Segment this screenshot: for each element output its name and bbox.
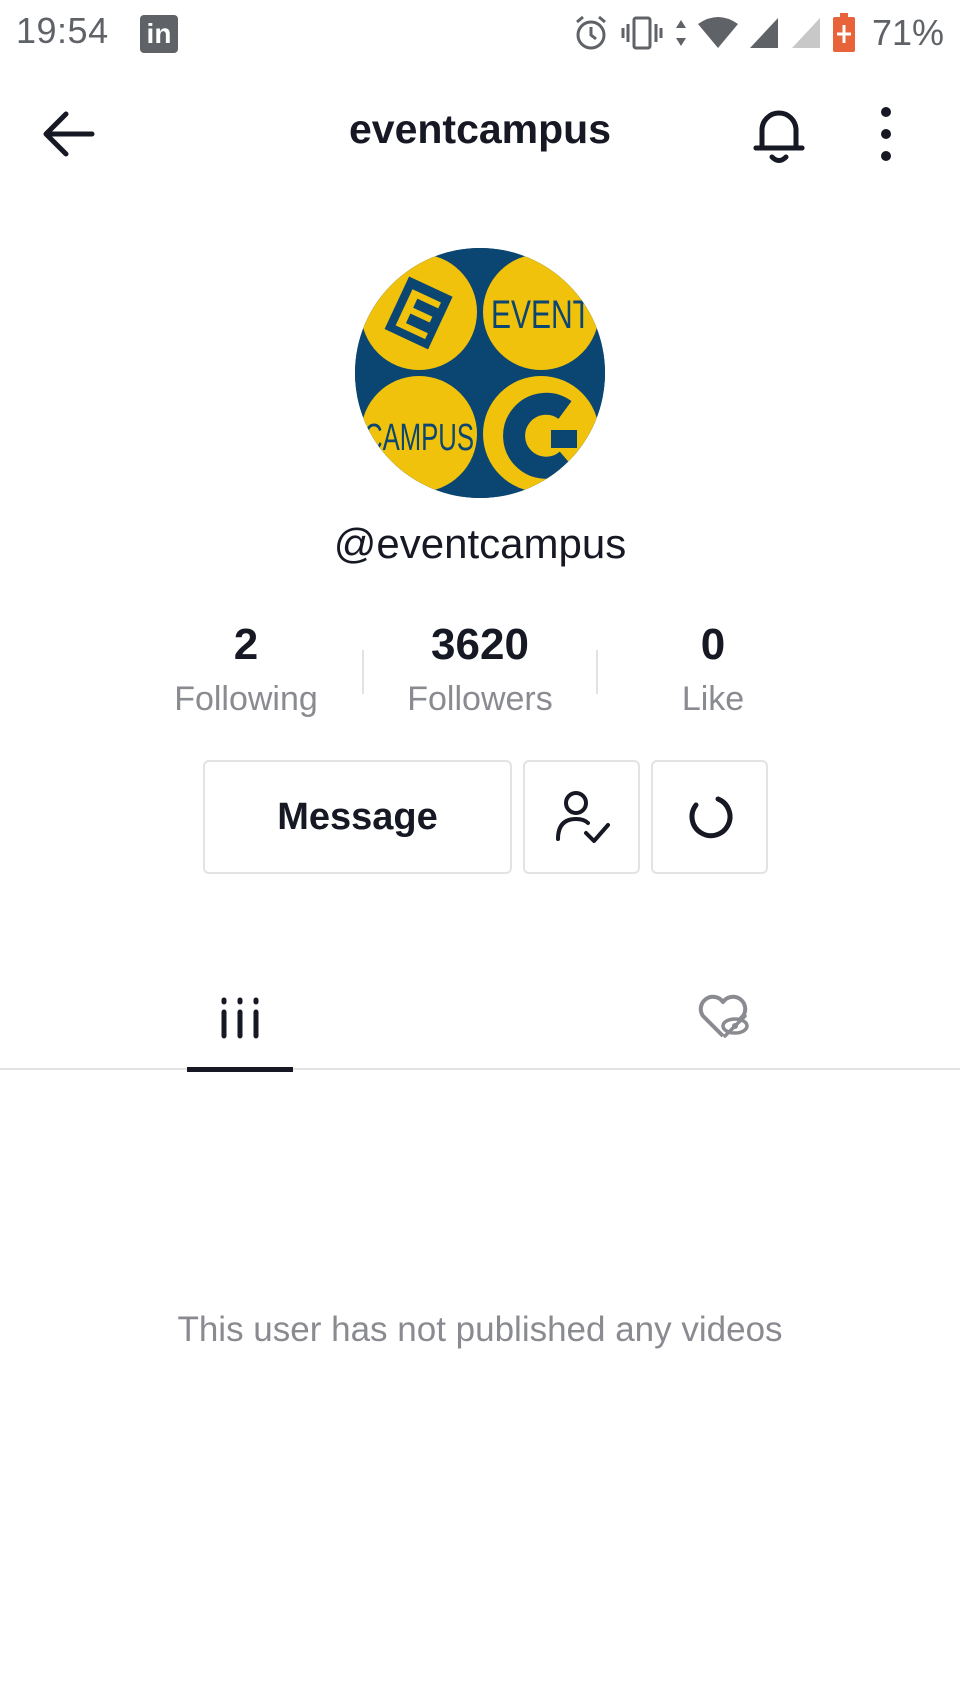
more-vertical-icon [881, 107, 891, 161]
stat-likes[interactable]: 0 Like [613, 618, 813, 719]
grid-icon [221, 997, 259, 1039]
stat-label: Like [681, 680, 745, 718]
stat-following[interactable]: 2 Following [146, 618, 346, 719]
profile-tabs [0, 960, 960, 1072]
data-arrows-icon [675, 20, 686, 46]
signal-icon-2 [791, 18, 820, 48]
user-check-icon [555, 791, 610, 843]
stat-divider [362, 650, 364, 694]
stat-divider [596, 650, 598, 694]
refresh-icon [689, 796, 732, 839]
empty-state-message: This user has not published any videos [177, 1310, 783, 1349]
battery-icon [832, 13, 855, 52]
bell-icon [753, 110, 805, 163]
stat-value: 2 [233, 620, 259, 669]
more-options-button[interactable] [868, 102, 904, 166]
stat-label: Following [174, 680, 318, 718]
following-status-button[interactable] [523, 760, 640, 874]
alarm-icon [575, 15, 606, 50]
wifi-icon [697, 17, 738, 48]
tab-liked-videos[interactable] [670, 960, 776, 1070]
vibrate-icon [621, 16, 663, 50]
stat-value: 3620 [431, 620, 529, 669]
active-tab-indicator [187, 1067, 293, 1072]
heart-hidden-icon [698, 994, 749, 1038]
battery-percent: 71% [871, 12, 944, 53]
profile-header: eventcampus [0, 66, 960, 202]
page-title: eventcampus [348, 106, 612, 152]
tab-videos[interactable] [187, 960, 293, 1072]
suggested-accounts-button[interactable] [651, 760, 768, 874]
stat-followers[interactable]: 3620 Followers [380, 618, 580, 719]
eventcampus-logo: E EVENT CAMPUS [355, 248, 605, 498]
logo-text-event: EVENT [491, 293, 591, 337]
linkedin-icon: in [140, 15, 178, 53]
signal-icon [749, 18, 778, 48]
avatar[interactable]: E EVENT CAMPUS [355, 248, 605, 498]
logo-text-campus: CAMPUS [364, 417, 474, 459]
message-button[interactable]: Message [203, 760, 512, 874]
notification-bell-button[interactable] [748, 102, 810, 166]
status-icons: 71% [572, 10, 944, 56]
stat-value: 0 [700, 620, 726, 669]
stat-label: Followers [407, 680, 553, 718]
status-bar: 19:54 in 71% [0, 0, 960, 66]
profile-handle: @eventcampus [333, 520, 627, 567]
status-time: 19:54 [16, 10, 109, 51]
